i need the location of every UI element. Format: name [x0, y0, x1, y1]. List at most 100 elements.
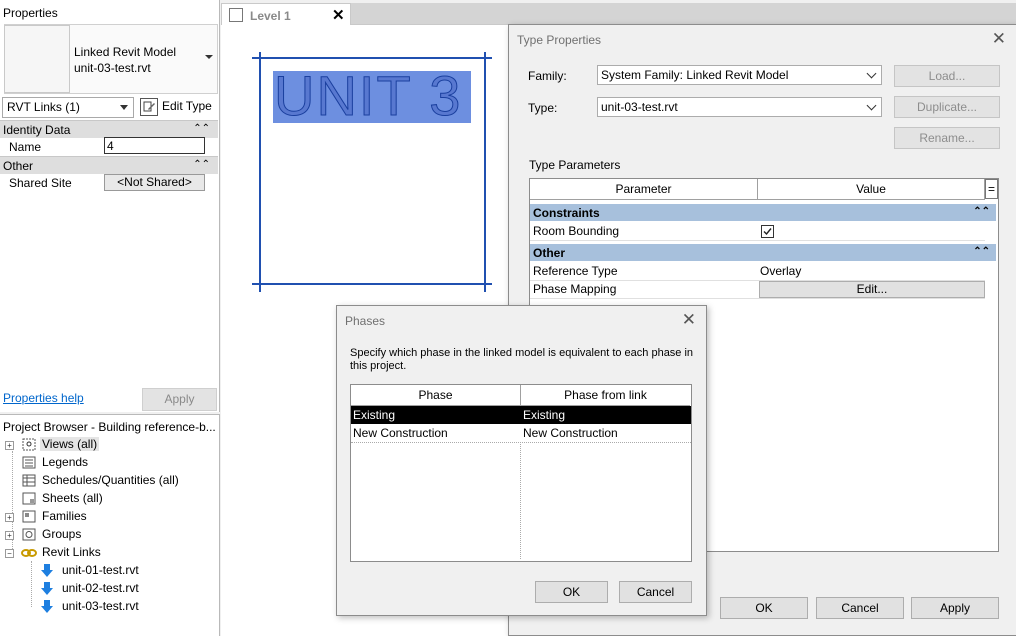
room-bounding-checkbox[interactable] — [761, 225, 774, 238]
type-preview-image — [4, 25, 70, 93]
collapse-icon[interactable]: ⌃⌃ — [193, 159, 210, 170]
properties-title: Properties — [3, 6, 58, 20]
phase-cell: Existing — [353, 408, 396, 422]
type-dropdown[interactable]: unit-03-test.rvt — [597, 97, 882, 117]
link-outline-right — [484, 52, 486, 292]
family-value: System Family: Linked Revit Model — [601, 68, 789, 82]
group-other[interactable]: Other ⌃⌃ — [530, 244, 996, 261]
tree-label: Revit Links — [42, 545, 101, 559]
table-row[interactable]: New Construction New Construction — [351, 424, 691, 443]
group-label: Constraints — [533, 206, 600, 220]
legend-icon — [22, 456, 36, 469]
expand-icon[interactable]: + — [5, 513, 14, 522]
param-row-room-bounding: Room Bounding — [530, 222, 985, 241]
edit-type-label: Edit Type — [162, 99, 212, 113]
tree-item-unit-03[interactable]: unit-03-test.rvt — [0, 598, 218, 616]
tree-item-legends[interactable]: Legends — [0, 454, 218, 472]
property-label: Name — [9, 140, 42, 154]
type-value: unit-03-test.rvt — [601, 100, 678, 114]
group-identity-data[interactable]: Identity Data ⌃⌃ — [0, 120, 218, 138]
reference-type-value[interactable]: Overlay — [760, 264, 801, 278]
chevron-down-icon — [120, 105, 128, 110]
properties-apply-button[interactable]: Apply — [142, 388, 217, 411]
close-icon[interactable]: ✕ — [332, 6, 345, 24]
group-label: Other — [533, 246, 566, 260]
phases-cancel-button[interactable]: Cancel — [619, 581, 692, 603]
phase-from-link-cell: New Construction — [523, 426, 618, 440]
phases-instruction: Specify which phase in the linked model … — [350, 347, 694, 372]
floor-plan-icon — [229, 8, 243, 22]
link-arrow-icon — [40, 581, 54, 595]
tree-item-unit-02[interactable]: unit-02-test.rvt — [0, 580, 218, 598]
type-properties-cancel-button[interactable]: Cancel — [816, 597, 904, 619]
link-arrow-icon — [40, 599, 54, 613]
name-field[interactable]: 4 — [104, 137, 205, 154]
tree-item-unit-01[interactable]: unit-01-test.rvt — [0, 562, 218, 580]
edit-type-button[interactable]: Edit Type — [140, 97, 218, 117]
close-icon[interactable]: ✕ — [682, 310, 696, 330]
family-label: Family: — [528, 69, 567, 83]
link-outline-top — [252, 57, 492, 59]
schedule-icon — [22, 474, 36, 487]
tree-label: Views (all) — [40, 437, 100, 451]
project-browser-title: Project Browser - Building reference-b..… — [3, 420, 216, 434]
tree-item-schedules[interactable]: Schedules/Quantities (all) — [0, 472, 218, 490]
collapse-icon[interactable]: ⌃⌃ — [973, 246, 990, 257]
tree-item-groups[interactable]: + Groups — [0, 526, 218, 544]
group-other[interactable]: Other ⌃⌃ — [0, 156, 218, 174]
view-tab-strip — [350, 3, 1016, 24]
tree-item-views[interactable]: + Views (all) — [0, 436, 218, 454]
column-header-parameter[interactable]: Parameter — [530, 179, 758, 200]
close-icon[interactable]: ✕ — [992, 29, 1006, 49]
phase-cell: New Construction — [353, 426, 448, 440]
tab-level-1[interactable]: Level 1 ✕ — [221, 3, 351, 25]
type-family-name: Linked Revit Model — [74, 45, 177, 59]
collapse-icon[interactable]: ⌃⌃ — [973, 206, 990, 217]
column-header-value[interactable]: Value — [758, 179, 985, 200]
type-properties-apply-button[interactable]: Apply — [911, 597, 999, 619]
link-outline-bottom — [252, 283, 492, 285]
edit-type-icon — [140, 98, 158, 116]
phases-ok-button[interactable]: OK — [535, 581, 608, 603]
unit-room-label: UNIT 3 — [273, 64, 463, 127]
type-properties-ok-button[interactable]: OK — [720, 597, 808, 619]
tree-item-sheets[interactable]: Sheets (all) — [0, 490, 218, 508]
tree-item-families[interactable]: + Families — [0, 508, 218, 526]
revit-links-icon — [21, 547, 37, 560]
phase-mapping-edit-button[interactable]: Edit... — [759, 281, 985, 298]
duplicate-button[interactable]: Duplicate... — [894, 96, 1000, 118]
collapse-icon[interactable]: − — [5, 549, 14, 558]
param-label: Phase Mapping — [533, 282, 617, 296]
table-row-selected[interactable]: Existing Existing — [351, 406, 691, 424]
shared-site-button[interactable]: <Not Shared> — [104, 174, 205, 191]
group-constraints[interactable]: Constraints ⌃⌃ — [530, 204, 996, 221]
tree-label: unit-03-test.rvt — [62, 599, 139, 613]
groups-icon — [22, 528, 36, 541]
param-row-phase-mapping: Phase Mapping Edit... — [530, 280, 985, 299]
expand-icon[interactable]: + — [5, 531, 14, 540]
expand-icon[interactable]: + — [5, 441, 14, 450]
load-button[interactable]: Load... — [894, 65, 1000, 87]
chevron-down-icon — [866, 68, 877, 79]
column-header-formula[interactable]: = — [985, 179, 998, 199]
group-label: Identity Data — [3, 123, 71, 137]
column-header-phase-from-link[interactable]: Phase from link — [521, 385, 690, 406]
rename-button[interactable]: Rename... — [894, 127, 1000, 149]
instance-filter-dropdown[interactable]: RVT Links (1) — [2, 97, 134, 118]
column-header-phase[interactable]: Phase — [351, 385, 521, 406]
param-label: Room Bounding — [533, 224, 620, 238]
group-label: Other — [3, 159, 34, 173]
properties-help-link[interactable]: Properties help — [3, 391, 84, 405]
collapse-icon[interactable]: ⌃⌃ — [193, 123, 210, 134]
properties-palette: Properties Linked Revit Model unit-03-te… — [0, 0, 220, 412]
tree-item-revit-links[interactable]: − Revit Links — [0, 544, 218, 562]
link-outline-left — [259, 52, 261, 292]
family-dropdown[interactable]: System Family: Linked Revit Model — [597, 65, 882, 85]
sheet-icon — [22, 492, 36, 505]
families-icon — [22, 510, 36, 523]
type-name: unit-03-test.rvt — [74, 61, 151, 75]
link-arrow-icon — [40, 563, 54, 577]
dialog-title: Type Properties — [517, 33, 602, 47]
tree-label: unit-02-test.rvt — [62, 581, 139, 595]
type-selector-dropdown-icon[interactable] — [205, 55, 213, 59]
